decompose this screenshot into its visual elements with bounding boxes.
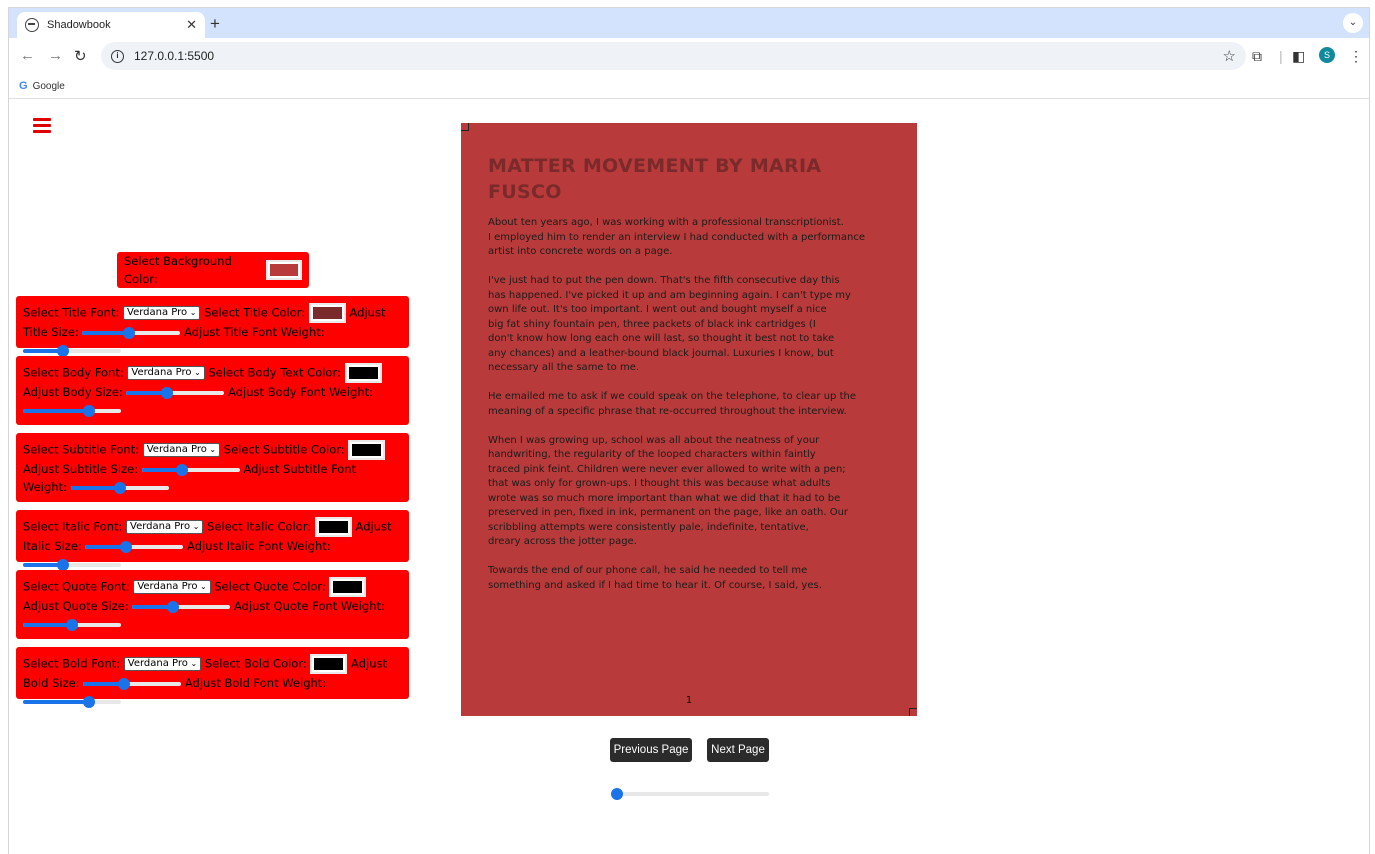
book-paragraph: About ten years ago, I was working with … [488, 217, 866, 257]
italic-color-picker[interactable] [314, 517, 352, 537]
address-bar[interactable]: i 127.0.0.1:5500 ☆ [101, 42, 1246, 70]
quote-color-label: Select Quote Color: [214, 579, 326, 594]
screen-edge [0, 0, 8, 854]
page-corner-bottom-right [909, 708, 917, 716]
body-size-slider[interactable] [126, 386, 225, 400]
page-number: 1 [685, 695, 693, 706]
bold-font-select[interactable]: Verdana Pro [123, 657, 202, 671]
book-paragraph: I've just had to put the pen down. That'… [488, 275, 851, 373]
title-size-slider[interactable] [82, 326, 181, 340]
chevron-down-icon[interactable]: ⌄ [1343, 13, 1363, 33]
forward-icon[interactable]: → [48, 47, 63, 64]
title-color-label: Select Title Color: [204, 305, 306, 320]
back-icon[interactable]: ← [20, 47, 35, 64]
book-paragraph: When I was growing up, school was all ab… [488, 434, 849, 548]
quote-size-slider[interactable] [132, 600, 231, 614]
body-color-label: Select Body Text Color: [208, 365, 341, 380]
background-color-picker[interactable] [266, 260, 302, 280]
quote-weight-label: Adjust Quote Font Weight: [234, 599, 385, 613]
background-color-panel: Select Background Color: [117, 252, 309, 288]
next-page-button[interactable]: Next Page [707, 738, 769, 762]
body-color-picker[interactable] [344, 363, 382, 383]
quote-size-label: Adjust Quote Size: [23, 599, 129, 613]
book-title: MATTER MOVEMENT BY MARIA FUSCO [488, 155, 822, 203]
subtitle-controls-panel: Select Subtitle Font: Verdana Pro Select… [16, 433, 409, 502]
background-color-label: Select Background Color: [124, 254, 232, 286]
info-icon[interactable]: i [111, 49, 124, 63]
title-font-label: Select Title Font: [23, 305, 120, 320]
quote-font-select[interactable]: Verdana Pro [133, 580, 211, 594]
tab-strip: Shadowbook ✕ + ⌄ [9, 8, 1369, 38]
title-controls-panel: Select Title Font: Verdana Pro Select Ti… [16, 296, 409, 357]
bookmarks-bar: G Google [9, 74, 1369, 99]
italic-controls-panel: Select Italic Font: Verdana Pro Select I… [16, 510, 409, 571]
body-font-label: Select Body Font: [23, 365, 124, 380]
sidepanel-icon[interactable]: ◧ [1292, 48, 1305, 65]
new-tab-icon[interactable]: + [210, 14, 220, 34]
body-weight-slider[interactable] [23, 404, 121, 418]
bold-weight-label: Adjust Bold Font Weight: [184, 676, 327, 690]
bold-size-slider[interactable] [83, 677, 182, 691]
body-weight-label: Adjust Body Font Weight: [228, 385, 374, 399]
quote-font-label: Select Quote Font: [23, 579, 130, 594]
quote-weight-slider[interactable] [23, 618, 121, 632]
book-paragraph: Towards the end of our phone call, he sa… [488, 565, 822, 591]
menu-dots-icon[interactable]: ⋮ [1349, 48, 1363, 65]
page-slider[interactable] [611, 787, 769, 801]
quote-controls-panel: Select Quote Font: Verdana Pro Select Qu… [16, 570, 409, 639]
reload-icon[interactable]: ↻ [74, 47, 87, 65]
tab-shadowbook[interactable]: Shadowbook ✕ [17, 12, 205, 38]
subtitle-size-slider[interactable] [141, 463, 240, 477]
title-weight-label: Adjust Title Font Weight: [184, 325, 325, 339]
subtitle-size-label: Adjust Subtitle Size: [23, 462, 139, 476]
page-corner-top-left [461, 123, 469, 131]
book-paragraph: He emailed me to ask if we could speak o… [488, 391, 856, 417]
book-page: MATTER MOVEMENT BY MARIA FUSCO About ten… [461, 123, 917, 716]
title-font-select[interactable]: Verdana Pro [123, 306, 201, 320]
profile-avatar[interactable]: S [1319, 47, 1335, 63]
bold-color-label: Select Bold Color: [204, 656, 307, 671]
previous-page-button[interactable]: Previous Page [610, 738, 692, 762]
italic-font-label: Select Italic Font: [23, 519, 123, 534]
tab-title: Shadowbook [47, 19, 111, 31]
bold-color-picker[interactable] [310, 654, 348, 674]
subtitle-weight-slider[interactable] [70, 481, 169, 495]
italic-font-select[interactable]: Verdana Pro [126, 520, 204, 534]
page-content: Select Background Color: Select Title Fo… [9, 100, 1369, 854]
extensions-icon[interactable]: ⧉ [1252, 48, 1262, 65]
browser-toolbar: ← → ↻ i 127.0.0.1:5500 ☆ ⧉ | ◧ S ⋮ [9, 38, 1369, 74]
url-text[interactable]: 127.0.0.1:5500 [134, 49, 214, 63]
italic-weight-label: Adjust Italic Font Weight: [187, 539, 331, 553]
subtitle-color-picker[interactable] [348, 440, 386, 460]
subtitle-font-label: Select Subtitle Font: [23, 442, 140, 457]
close-icon[interactable]: ✕ [186, 17, 197, 33]
bookmark-google[interactable]: Google [33, 81, 65, 92]
bold-font-label: Select Bold Font: [23, 656, 121, 671]
google-icon: G [19, 80, 28, 92]
italic-color-label: Select Italic Color: [207, 519, 312, 534]
quote-color-picker[interactable] [329, 577, 367, 597]
star-icon[interactable]: ☆ [1223, 47, 1236, 65]
book-body: About ten years ago, I was working with … [488, 216, 898, 608]
italic-size-slider[interactable] [85, 540, 184, 554]
bold-controls-panel: Select Bold Font: Verdana Pro Select Bol… [16, 647, 409, 708]
hamburger-menu-icon[interactable] [33, 118, 51, 133]
body-controls-panel: Select Body Font: Verdana Pro Select Bod… [16, 356, 409, 425]
title-color-picker[interactable] [308, 303, 346, 323]
globe-icon [25, 18, 39, 32]
body-size-label: Adjust Body Size: [23, 385, 123, 399]
subtitle-color-label: Select Subtitle Color: [223, 442, 345, 457]
browser-window: Shadowbook ✕ + ⌄ ← → ↻ i 127.0.0.1:5500 … [8, 7, 1370, 854]
subtitle-font-select[interactable]: Verdana Pro [142, 443, 221, 457]
body-font-select[interactable]: Verdana Pro [127, 366, 205, 380]
bold-weight-slider[interactable] [23, 695, 121, 709]
toolbar-divider: | [1279, 48, 1283, 64]
